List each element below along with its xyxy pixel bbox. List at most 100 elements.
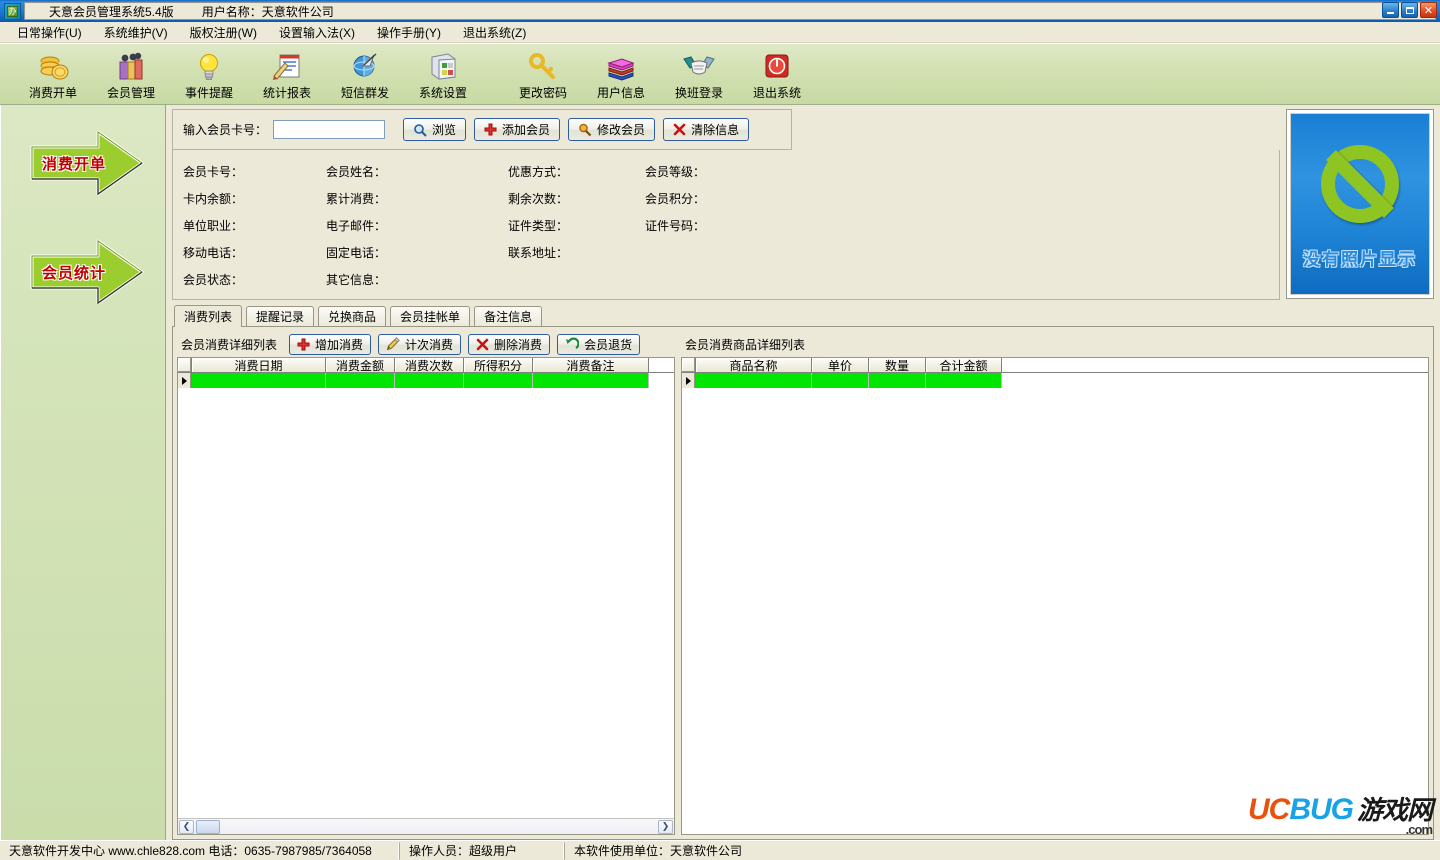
menu-manual[interactable]: 操作手册(Y) <box>366 22 452 43</box>
col-points-earned[interactable]: 所得积分 <box>464 358 533 372</box>
field-total-spent: 累计消费： <box>326 192 387 206</box>
application-window: 办 天意会员管理系统5.4版 用户名称：天意软件公司 ✕ 日常操作(U) 系统维… <box>0 0 1440 860</box>
scroll-right-icon[interactable]: ❯ <box>658 819 673 834</box>
col-consumption-date[interactable]: 消费日期 <box>192 358 326 372</box>
cell-quantity[interactable] <box>869 373 926 388</box>
toolbar-button-settings[interactable]: 系统设置 <box>404 46 482 102</box>
col-consumption-note[interactable]: 消费备注 <box>533 358 649 372</box>
member-return-label: 会员退货 <box>584 337 633 352</box>
status-developer: 天意软件开发中心 www.chle828.com 电话：0635-7987985… <box>0 841 400 860</box>
field-landline-phone: 固定电话： <box>326 246 387 260</box>
people-icon <box>116 49 146 83</box>
col-goods-name[interactable]: 商品名称 <box>696 358 812 372</box>
goods-list-title: 会员消费商品详细列表 <box>685 337 806 352</box>
col-unit-price[interactable]: 单价 <box>812 358 869 372</box>
col-consumption-amount[interactable]: 消费金额 <box>326 358 395 372</box>
member-return-button[interactable]: 会员退货 <box>557 333 641 355</box>
toolbar-button-sms[interactable]: 短信群发 <box>326 46 404 102</box>
member-info-row: 输入会员卡号： 浏览 添加会员 修改会员 清除信息 会员卡号： 会员姓名： 优惠… <box>172 109 1434 300</box>
col-quantity[interactable]: 数量 <box>869 358 926 372</box>
browse-button-label: 浏览 <box>432 123 457 137</box>
menu-exit[interactable]: 退出系统(Z) <box>452 22 537 43</box>
table-row[interactable] <box>178 373 674 388</box>
toolbar-button-event-reminder[interactable]: 事件提醒 <box>170 46 248 102</box>
field-discount-type: 优惠方式： <box>508 165 569 179</box>
menu-system-maintenance[interactable]: 系统维护(V) <box>93 22 179 43</box>
cell-unit-price[interactable] <box>812 373 869 388</box>
edit-member-button[interactable]: 修改会员 <box>568 118 656 141</box>
delete-consumption-button[interactable]: 删除消费 <box>468 333 551 355</box>
menu-bar: 日常操作(U) 系统维护(V) 版权注册(W) 设置输入法(X) 操作手册(Y)… <box>0 22 1440 43</box>
cell-points-earned[interactable] <box>464 373 533 388</box>
toolbar-button-billing[interactable]: 消费开单 <box>14 46 92 102</box>
lightbulb-icon <box>196 49 222 83</box>
window-controls: ✕ <box>1382 2 1437 18</box>
add-consumption-button[interactable]: 增加消费 <box>289 333 372 355</box>
toolbar-button-exit[interactable]: 退出系统 <box>738 46 816 102</box>
toolbar-label: 统计报表 <box>262 86 311 100</box>
cell-total-amount[interactable] <box>926 373 1002 388</box>
browse-button[interactable]: 浏览 <box>403 118 467 141</box>
grid-corner <box>682 358 696 372</box>
magnifier-browse-icon <box>413 123 427 137</box>
scroll-left-icon[interactable]: ❮ <box>179 819 194 834</box>
menu-copyright-registration[interactable]: 版权注册(W) <box>179 22 268 43</box>
close-button[interactable]: ✕ <box>1420 2 1437 18</box>
plus-red-icon <box>484 123 497 136</box>
toolbar-button-change-password[interactable]: 更改密码 <box>504 46 582 102</box>
maximize-button[interactable] <box>1401 2 1418 18</box>
table-row[interactable] <box>682 373 1428 388</box>
toolbar-label: 短信群发 <box>340 86 389 100</box>
add-member-button[interactable]: 添加会员 <box>474 118 561 141</box>
member-info-panel: 输入会员卡号： 浏览 添加会员 修改会员 清除信息 会员卡号： 会员姓名： 优惠… <box>172 109 1280 300</box>
cell-goods-name[interactable] <box>696 373 812 388</box>
tab-exchange-goods[interactable]: 兑换商品 <box>318 306 387 326</box>
goods-grid[interactable]: 商品名称 单价 数量 合计金额 <box>681 357 1429 835</box>
count-consumption-button[interactable]: 计次消费 <box>378 333 462 355</box>
member-search-bar: 输入会员卡号： 浏览 添加会员 修改会员 清除信息 <box>172 109 792 150</box>
title-bar: 办 天意会员管理系统5.4版 用户名称：天意软件公司 ✕ <box>0 0 1440 22</box>
toolbar-label: 用户信息 <box>596 86 645 100</box>
toolbar-button-reports[interactable]: 统计报表 <box>248 46 326 102</box>
key-icon <box>528 49 558 83</box>
tab-consumption-list[interactable]: 消费列表 <box>174 305 243 327</box>
minimize-button[interactable] <box>1382 2 1399 18</box>
toolbar-button-shift-login[interactable]: 换班登录 <box>660 46 738 102</box>
cell-consumption-count[interactable] <box>395 373 464 388</box>
toolbar-label: 换班登录 <box>674 86 723 100</box>
goods-grid-body[interactable] <box>682 388 1428 834</box>
toolbar-label: 消费开单 <box>28 86 77 100</box>
menu-daily-operations[interactable]: 日常操作(U) <box>6 22 93 43</box>
tab-reminder-records[interactable]: 提醒记录 <box>246 306 315 326</box>
col-consumption-count[interactable]: 消费次数 <box>395 358 464 372</box>
cell-consumption-note[interactable] <box>533 373 649 388</box>
report-icon <box>272 49 302 83</box>
clear-info-button[interactable]: 清除信息 <box>663 118 750 141</box>
window-user-label: 用户名称：天意软件公司 <box>201 4 334 19</box>
consumption-grid-header: 消费日期 消费金额 消费次数 所得积分 消费备注 <box>178 358 674 373</box>
member-photo-box[interactable]: 没有照片显示 <box>1286 109 1434 299</box>
scroll-thumb[interactable] <box>196 819 220 834</box>
toolbar-button-member-mgmt[interactable]: 会员管理 <box>92 46 170 102</box>
col-total-amount[interactable]: 合计金额 <box>926 358 1002 372</box>
detail-tabs: 消费列表 提醒记录 兑换商品 会员挂帐单 备注信息 <box>172 305 1434 327</box>
row-indicator <box>682 373 696 388</box>
tab-member-credit[interactable]: 会员挂帐单 <box>390 306 471 326</box>
consumption-list-title: 会员消费详细列表 <box>181 337 278 352</box>
sidebar-arrow-member-stats[interactable]: 会员统计 <box>28 236 146 310</box>
delete-consumption-label: 删除消费 <box>494 337 543 352</box>
cell-consumption-amount[interactable] <box>326 373 395 388</box>
menu-input-method[interactable]: 设置输入法(X) <box>268 22 366 43</box>
goods-grid-header: 商品名称 单价 数量 合计金额 <box>682 358 1428 373</box>
horizontal-scrollbar[interactable]: ❮ ❯ <box>178 818 674 834</box>
globe-icon <box>350 49 380 83</box>
coins-icon <box>37 49 69 83</box>
consumption-grid[interactable]: 消费日期 消费金额 消费次数 所得积分 消费备注 ❮ ❯ <box>177 357 675 835</box>
consumption-grid-body[interactable] <box>178 388 674 818</box>
cell-consumption-date[interactable] <box>192 373 326 388</box>
card-number-input[interactable] <box>273 120 386 139</box>
sidebar-arrow-billing[interactable]: 消费开单 <box>28 127 146 201</box>
lists-container: 会员消费详细列表 增加消费 计次消费 删除消费 会员退货 消费日期 消费金额 消… <box>172 327 1434 840</box>
toolbar-button-user-info[interactable]: 用户信息 <box>582 46 660 102</box>
tab-notes[interactable]: 备注信息 <box>474 306 543 326</box>
